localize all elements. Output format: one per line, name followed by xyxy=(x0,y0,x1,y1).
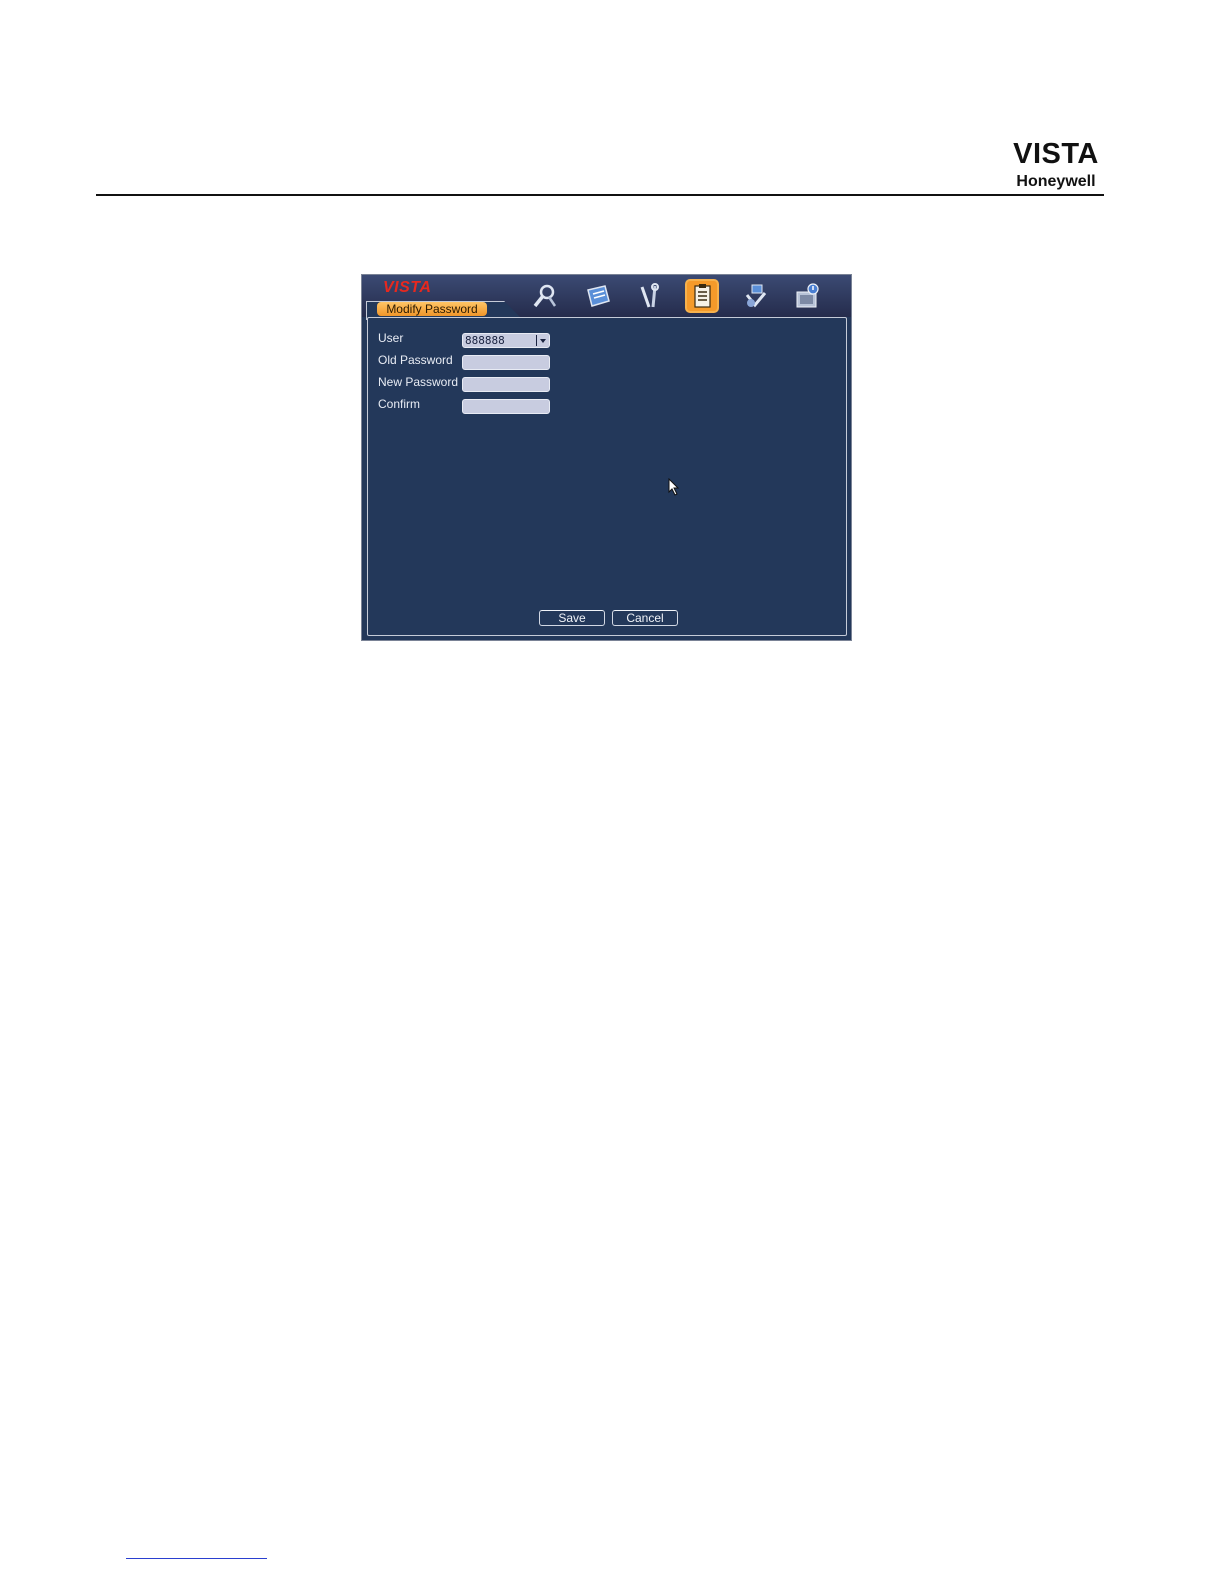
settings-icon[interactable] xyxy=(634,281,664,311)
confirm-label: Confirm xyxy=(378,397,421,411)
header-divider xyxy=(96,194,1104,196)
save-button[interactable]: Save xyxy=(539,610,605,626)
dvr-logo: VISTA xyxy=(383,279,432,296)
backup-icon[interactable] xyxy=(740,281,770,311)
search-icon[interactable] xyxy=(530,281,560,311)
brand-secondary: Honeywell xyxy=(1016,173,1096,190)
mouse-pointer-icon xyxy=(668,477,680,501)
advanced-icon[interactable] xyxy=(687,281,717,311)
user-select[interactable]: 888888 xyxy=(462,333,550,348)
brand-primary: VISTA xyxy=(1013,138,1099,170)
user-select-value: 888888 xyxy=(465,334,505,347)
old-password-field[interactable] xyxy=(462,355,550,370)
shutdown-icon[interactable] xyxy=(792,281,822,311)
tab-modify-password[interactable]: Modify Password xyxy=(377,302,487,316)
user-label: User xyxy=(378,331,404,345)
honeywell-vista-logo: VISTA Honeywell xyxy=(1006,140,1106,190)
old-password-label: Old Password xyxy=(378,353,453,367)
cancel-button[interactable]: Cancel xyxy=(612,610,678,626)
information-icon[interactable] xyxy=(583,281,613,311)
chevron-down-icon[interactable] xyxy=(536,335,548,346)
new-password-field[interactable] xyxy=(462,377,550,392)
new-password-label: New Password xyxy=(378,375,459,389)
dvr-window: VISTA Modify Password User 888888 Old Pa… xyxy=(361,274,852,641)
confirm-password-field[interactable] xyxy=(462,399,550,414)
footer-link-underline xyxy=(126,1558,267,1559)
